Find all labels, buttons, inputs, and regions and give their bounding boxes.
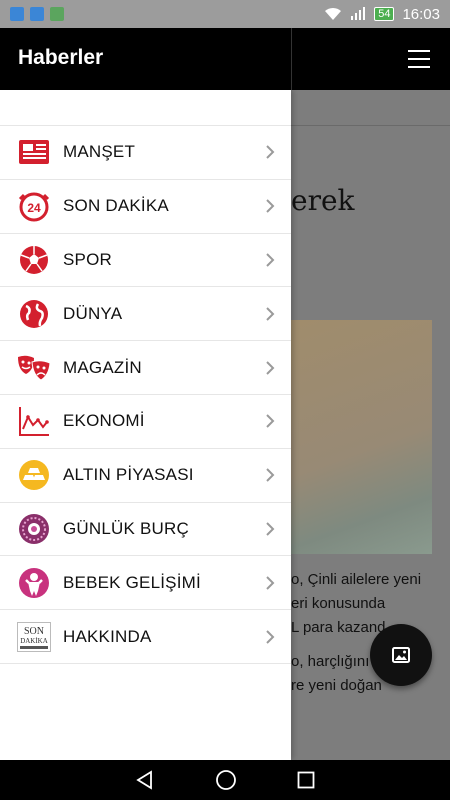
battery-indicator: 54	[374, 7, 395, 21]
image-fab-button[interactable]	[370, 624, 432, 686]
menu-item-hakkinda[interactable]: SON DAKİKA HAKKINDA	[0, 610, 291, 664]
chevron-right-icon	[266, 414, 275, 429]
theater-masks-icon	[17, 351, 51, 385]
menu-item-label: ALTIN PİYASASI	[63, 465, 194, 485]
chevron-right-icon	[266, 253, 275, 267]
article-title-fragment: erek	[291, 184, 355, 217]
menu-item-ekonomi[interactable]: EKONOMİ	[0, 395, 291, 449]
app-bar-divider	[291, 28, 292, 90]
drawer-header	[0, 90, 291, 126]
chevron-right-icon	[266, 576, 275, 590]
chevron-right-icon	[266, 145, 275, 160]
menu-item-gunluk-burc[interactable]: GÜNLÜK BURÇ	[0, 503, 291, 557]
article-image	[291, 320, 432, 554]
hamburger-menu-icon[interactable]	[408, 50, 430, 68]
menu-item-son-dakika[interactable]: 24 SON DAKİKA	[0, 180, 291, 234]
menu-item-label: SON DAKİKA	[63, 196, 169, 216]
son-dakika-logo-icon: SON DAKİKA	[17, 620, 51, 654]
menu-item-label: MANŞET	[63, 142, 136, 162]
chevron-right-icon	[266, 360, 275, 375]
signal-icon	[351, 7, 366, 20]
background-header	[291, 90, 450, 126]
image-icon	[392, 647, 410, 663]
notification-app-icon	[10, 7, 24, 21]
menu-item-dunya[interactable]: DÜNYA	[0, 287, 291, 342]
menu-item-label: EKONOMİ	[63, 411, 145, 431]
menu-item-label: BEBEK GELİŞİMİ	[63, 572, 201, 592]
status-time: 16:03	[402, 5, 440, 23]
line-chart-icon	[17, 404, 51, 438]
svg-text:24: 24	[27, 201, 41, 215]
menu-item-manset[interactable]: MANŞET	[0, 126, 291, 180]
back-icon[interactable]	[135, 770, 155, 790]
menu-item-altin-piyasasi[interactable]: ALTIN PİYASASI	[0, 449, 291, 503]
chevron-right-icon	[266, 468, 275, 482]
soccer-ball-icon	[17, 243, 51, 277]
menu-item-bebek-gelisimi[interactable]: BEBEK GELİŞİMİ	[0, 556, 291, 611]
menu-item-label: HAKKINDA	[63, 626, 152, 646]
baby-icon	[17, 566, 51, 600]
chevron-right-icon	[266, 199, 275, 213]
menu-item-magazin[interactable]: MAGAZİN	[0, 341, 291, 395]
clock-24-icon: 24	[17, 189, 51, 223]
menu-item-label: SPOR	[63, 249, 112, 269]
menu-item-label: DÜNYA	[63, 303, 123, 323]
wifi-icon	[325, 7, 342, 20]
article-line: o, Çinli ailelere yeni	[291, 571, 422, 588]
menu-item-label: MAGAZİN	[63, 357, 142, 377]
system-navigation-bar	[0, 760, 450, 800]
recents-icon[interactable]	[297, 771, 315, 789]
zodiac-icon	[17, 512, 51, 546]
menu-item-spor[interactable]: SPOR	[0, 234, 291, 288]
navigation-drawer: MANŞET 24 SON DAKİKA SPOR DÜNYA MAGAZİN	[0, 90, 291, 760]
newspaper-icon	[17, 135, 51, 169]
app-bar: Haberler	[0, 28, 450, 90]
app-title: Haberler	[18, 46, 104, 69]
article-line: eri konusunda	[291, 595, 386, 612]
status-bar: 54 16:03	[0, 0, 450, 28]
gold-bars-icon	[17, 458, 51, 492]
chevron-right-icon	[266, 307, 275, 321]
chevron-right-icon	[266, 629, 275, 644]
chevron-right-icon	[266, 522, 275, 536]
usb-icon	[30, 7, 44, 21]
menu-item-label: GÜNLÜK BURÇ	[63, 518, 189, 538]
svg-text:DAKİKA: DAKİKA	[20, 637, 48, 645]
svg-text:SON: SON	[24, 626, 44, 637]
home-icon[interactable]	[215, 769, 237, 791]
store-icon	[50, 7, 64, 21]
globe-icon	[17, 297, 51, 331]
